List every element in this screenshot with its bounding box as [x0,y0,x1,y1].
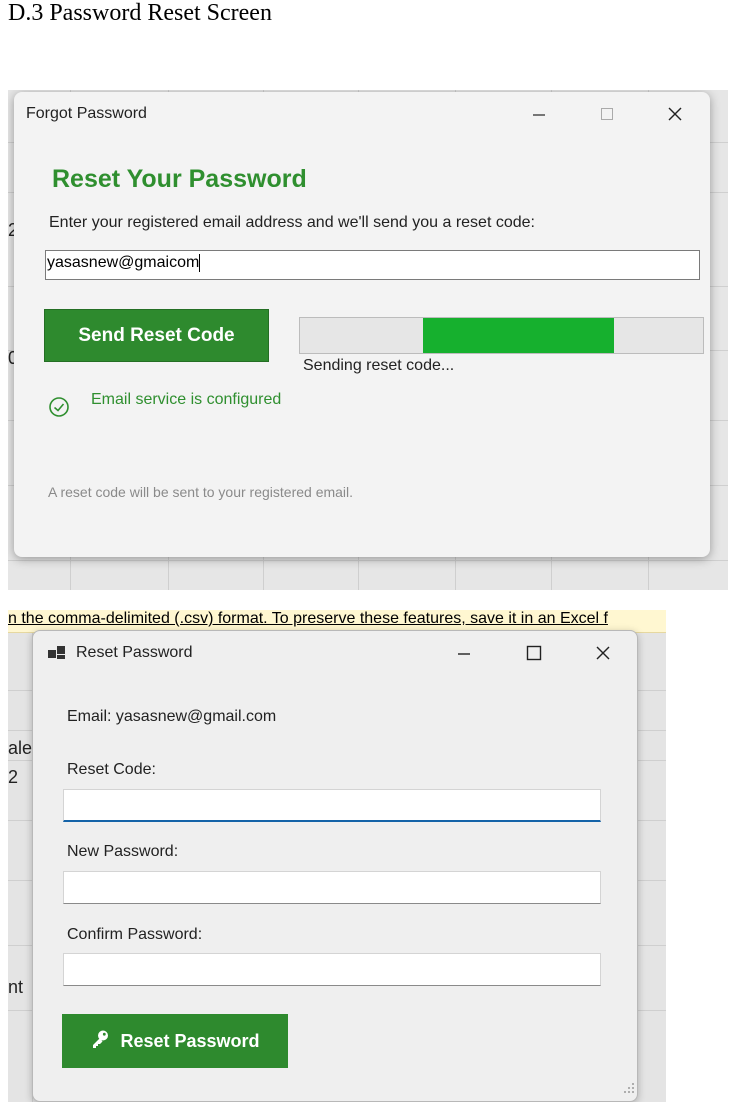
instruction-text: Enter your registered email address and … [49,214,535,231]
maximize-icon [526,645,542,661]
progress-bar-fill [422,318,615,353]
maximize-icon [601,108,613,120]
close-icon [668,107,682,121]
reset-code-label: Reset Code: [67,761,156,778]
check-circle-icon [48,396,70,423]
confirm-password-label: Confirm Password: [67,926,203,943]
window-title: Forgot Password [26,105,147,122]
email-input-value: yasasnew@gmaicom [47,254,200,272]
document-heading: D.3 Password Reset Screen [8,0,272,26]
minimize-button[interactable] [441,637,487,669]
maximize-button[interactable] [584,98,630,130]
reset-password-window: Reset Password Email: yasasnew@gmail.com… [32,630,638,1102]
minimize-icon [458,653,470,655]
send-reset-code-button[interactable]: Send Reset Code [44,309,269,362]
close-icon [596,646,610,660]
email-display: Email: yasasnew@gmail.com [67,708,277,725]
background-fragment: ale [8,738,33,758]
email-input[interactable]: yasasnew@gmaicom [45,250,700,280]
minimize-button[interactable] [516,98,562,130]
reset-password-screenshot: n the comma-delimited (.csv) format. To … [8,610,666,1102]
app-icon [48,645,66,666]
key-icon [90,1029,110,1054]
text-caret [199,254,201,272]
minimize-icon [533,114,545,116]
confirm-password-field[interactable] [63,953,601,986]
email-service-status: Email service is configured [91,391,282,408]
reset-code-field[interactable] [63,789,601,822]
background-fragment: 2 [8,767,19,787]
progress-status-text: Sending reset code... [303,357,455,374]
banner-text[interactable]: n the comma-delimited (.csv) format. To … [8,610,608,628]
resize-grip-icon[interactable] [623,1081,635,1099]
close-button[interactable] [580,637,626,669]
reset-password-button-label: Reset Password [120,1030,260,1051]
reset-password-button[interactable]: Reset Password [62,1014,288,1068]
close-button[interactable] [652,98,698,130]
background-fragment: nt [8,977,24,997]
maximize-button[interactable] [511,637,557,669]
forgot-password-screenshot: 2 0 Forgot Password Reset Your Password … [8,90,728,590]
window-title: Reset Password [76,644,193,661]
footer-note: A reset code will be sent to your regist… [48,484,354,500]
progress-bar [299,317,704,354]
new-password-field[interactable] [63,871,601,904]
forgot-password-window: Forgot Password Reset Your Password Ente… [14,92,710,557]
new-password-label: New Password: [67,843,179,860]
page-title: Reset Your Password [52,165,307,193]
title-bar[interactable]: Forgot Password [14,92,710,136]
